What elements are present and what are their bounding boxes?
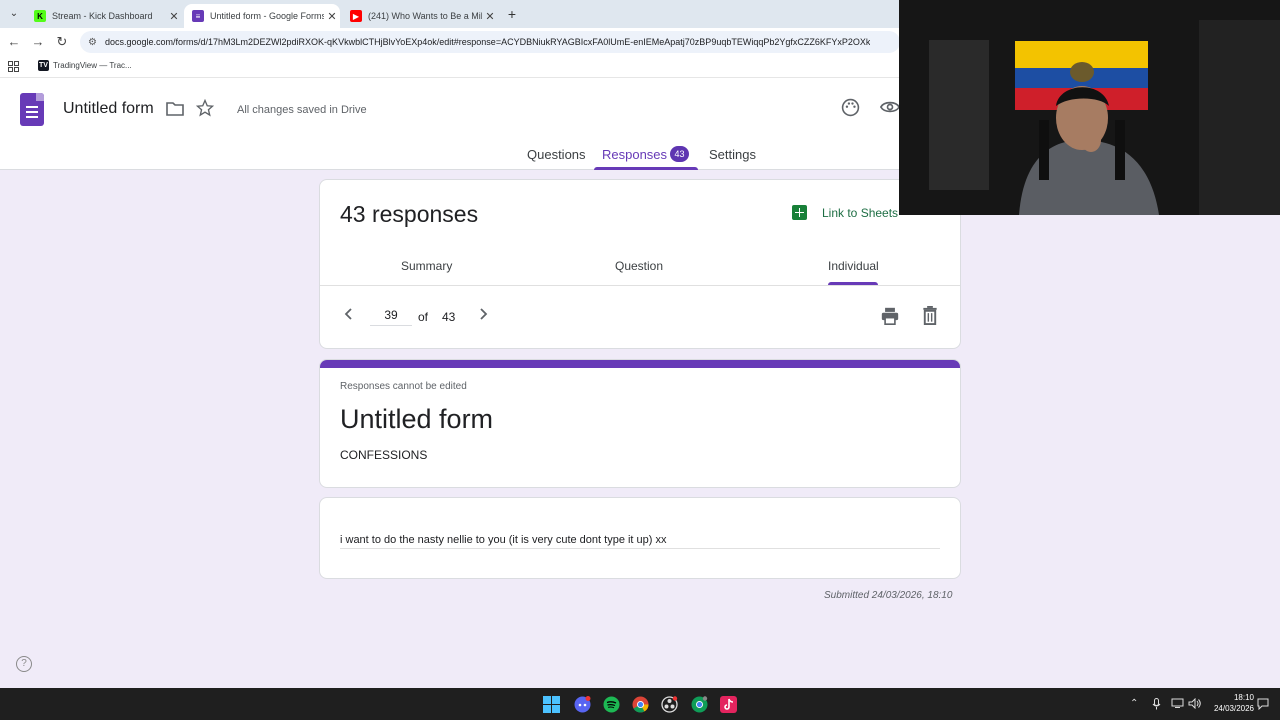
star-icon[interactable]	[195, 98, 215, 122]
notifications-icon[interactable]	[1257, 698, 1269, 713]
forms-icon: ≡	[192, 10, 204, 22]
next-response-chevron-icon[interactable]	[477, 307, 489, 326]
link-to-sheets-button[interactable]: Link to Sheets	[792, 205, 898, 220]
tab-summary[interactable]: Summary	[401, 259, 452, 273]
clock-time: 18:10	[1233, 693, 1254, 702]
tab-settings[interactable]: Settings	[709, 147, 756, 162]
response-number-input[interactable]: 39	[370, 308, 412, 326]
windows-start-icon[interactable]	[543, 696, 560, 713]
apps-grid-icon[interactable]	[8, 61, 19, 72]
close-tab-icon[interactable]: ✕	[482, 10, 498, 23]
google-forms-logo-icon[interactable]	[20, 93, 44, 126]
site-info-icon[interactable]: ⚙	[88, 37, 97, 48]
show-hidden-icons-chevron-icon[interactable]: ⌃	[1130, 698, 1138, 709]
tab-search-chevron-icon[interactable]: ⌄	[6, 6, 22, 22]
delete-trash-icon[interactable]	[922, 306, 938, 330]
tab-title: Stream - Kick Dashboard	[52, 11, 153, 21]
spotify-icon[interactable]	[603, 696, 620, 713]
form-description: CONFESSIONS	[340, 448, 428, 462]
tab-questions[interactable]: Questions	[527, 147, 586, 162]
forward-arrow-icon[interactable]: →	[30, 34, 46, 49]
form-title-input[interactable]: Untitled form	[63, 100, 154, 118]
active-subtab-indicator	[828, 282, 878, 285]
preview-eye-icon[interactable]	[879, 100, 901, 119]
responses-heading: 43 responses	[340, 201, 479, 227]
close-tab-icon[interactable]: ✕	[166, 10, 182, 23]
folder-icon[interactable]	[166, 100, 184, 121]
response-view-tabs: Summary Question Individual	[320, 249, 960, 286]
link-to-sheets-label: Link to Sheets	[822, 205, 899, 220]
address-url: docs.google.com/forms/d/17hM3Lm2DEZWl2pd…	[104, 37, 871, 47]
tab-responses[interactable]: Responses	[602, 147, 667, 162]
pager-total: 43	[442, 310, 456, 324]
browser-tab-youtube[interactable]: ▶ (241) Who Wants to Be a Millio ✕	[342, 4, 498, 28]
browser-tab-kick[interactable]: K Stream - Kick Dashboard ✕	[26, 4, 182, 28]
previous-response-chevron-icon[interactable]	[343, 307, 355, 326]
tradingview-icon: TV	[38, 60, 49, 71]
chrome-icon[interactable]	[632, 696, 649, 713]
windows-taskbar: ⌃ 18:10 24/03/2026	[0, 688, 1280, 720]
back-arrow-icon[interactable]: ←	[6, 34, 22, 49]
tab-title: Untitled form - Google Forms	[210, 11, 324, 21]
bookmark-tradingview[interactable]: TV TradingView — Trac...	[38, 60, 132, 71]
webcam-image	[899, 0, 1280, 215]
address-bar[interactable]: ⚙ docs.google.com/forms/d/17hM3Lm2DEZWl2…	[80, 31, 900, 53]
form-accent-bar	[320, 360, 960, 368]
responses-summary-card: 43 responses Link to Sheets Summary Ques…	[319, 179, 961, 349]
bookmark-label: TradingView — Trac...	[53, 61, 132, 70]
palette-icon[interactable]	[841, 98, 860, 122]
clock-date: 24/03/2026	[1213, 704, 1254, 713]
tab-question[interactable]: Question	[615, 259, 663, 273]
print-icon[interactable]	[880, 307, 900, 330]
obs-icon[interactable]	[661, 696, 678, 713]
tiktok-icon[interactable]	[720, 696, 737, 713]
reload-icon[interactable]: ↻	[54, 34, 70, 50]
browser-tab-forms[interactable]: ≡ Untitled form - Google Forms ✕	[184, 4, 340, 28]
answer-text: i want to do the nasty nellie to you (it…	[340, 534, 940, 549]
kick-icon: K	[34, 10, 46, 22]
discord-icon[interactable]	[574, 696, 591, 713]
tab-title: (241) Who Wants to Be a Millio	[368, 11, 482, 21]
response-pager: 39 of 43	[320, 286, 960, 349]
tab-individual[interactable]: Individual	[828, 259, 879, 273]
responses-count-badge: 43	[670, 146, 689, 162]
sheets-icon	[792, 205, 807, 220]
responses-not-editable-notice: Responses cannot be edited	[340, 381, 467, 392]
form-title: Untitled form	[340, 404, 494, 434]
webcam-overlay	[899, 0, 1280, 215]
new-tab-plus-icon[interactable]: +	[505, 6, 519, 22]
volume-icon[interactable]	[1188, 697, 1201, 712]
microphone-icon[interactable]	[1152, 698, 1161, 713]
save-status: All changes saved in Drive	[237, 104, 367, 116]
chrome-active-icon[interactable]	[691, 696, 708, 713]
submitted-timestamp: Submitted 24/03/2026, 18:10	[824, 590, 953, 601]
help-icon[interactable]: ?	[16, 656, 32, 672]
youtube-icon: ▶	[350, 10, 362, 22]
answer-card: i want to do the nasty nellie to you (it…	[319, 497, 961, 579]
active-tab-indicator	[594, 167, 698, 170]
system-clock[interactable]: 18:10 24/03/2026	[1206, 692, 1254, 714]
form-title-card: Responses cannot be edited Untitled form…	[319, 359, 961, 488]
pager-of-label: of	[418, 310, 429, 324]
close-tab-icon[interactable]: ✕	[324, 10, 340, 23]
network-icon[interactable]	[1171, 698, 1184, 712]
